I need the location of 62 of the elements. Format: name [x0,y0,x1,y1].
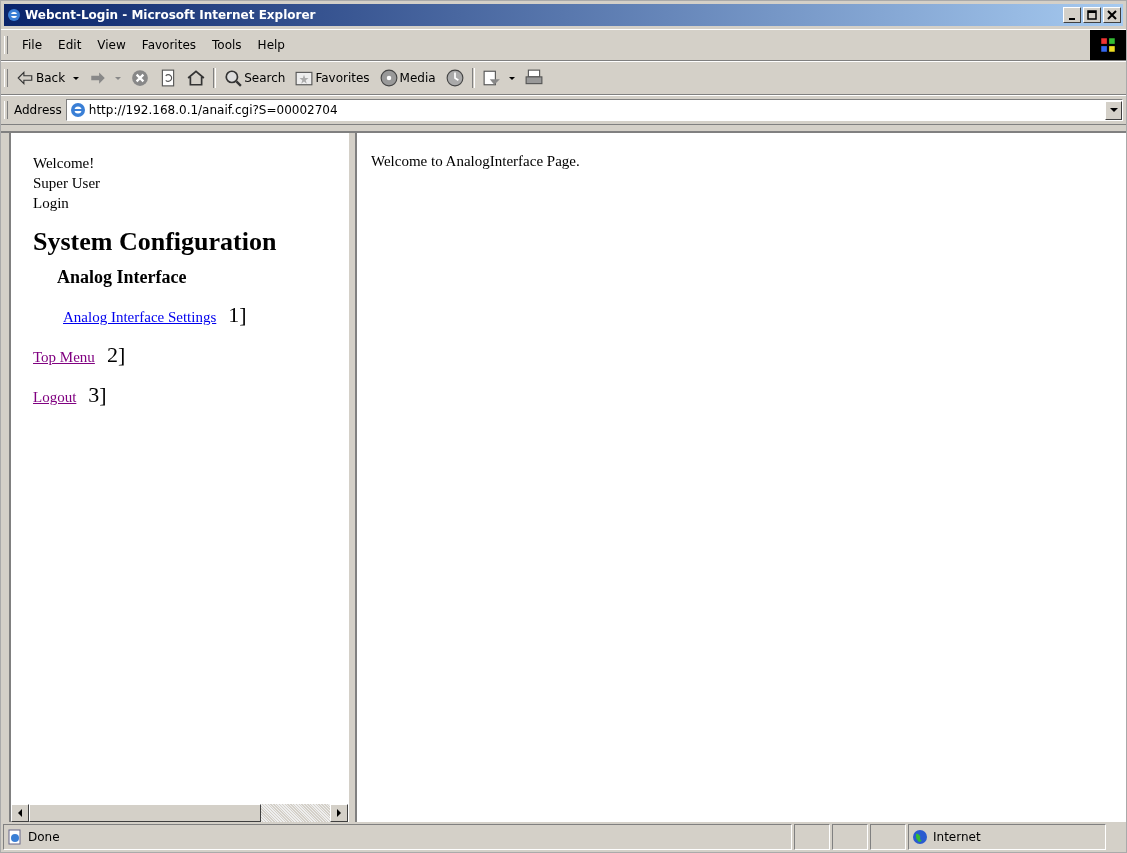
page-icon [7,829,23,845]
zone-text: Internet [933,830,981,844]
horizontal-scrollbar[interactable] [11,804,348,822]
annotation-number: 3] [88,382,107,408]
scroll-left-button[interactable] [11,804,29,822]
menu-item[interactable]: File [14,36,51,54]
caret-icon [1109,108,1118,112]
menu-item[interactable]: Favorites [133,36,205,54]
mail-icon [482,69,501,87]
nav-link[interactable]: Logout [33,389,77,406]
page-icon [69,102,86,118]
frame-splitter[interactable] [348,133,357,822]
back-button[interactable]: Back [14,67,82,89]
windows-logo-icon [1090,30,1126,60]
printer-icon [524,69,543,87]
browser-logo-icon [6,7,22,23]
star-folder-icon [295,69,314,87]
scroll-thumb[interactable] [29,804,261,822]
subsection-heading: Analog Interface [57,267,188,288]
right-triangle-icon [337,809,341,817]
caret-icon [73,76,80,80]
menu-item[interactable]: Tools [204,36,250,54]
globe-icon [912,829,928,845]
address-field[interactable]: http://192.168.0.1/anaif.cgi?S=00002704 [65,99,1123,121]
section-heading: System Configuration [33,227,278,257]
status-pane [832,824,868,850]
nav-link[interactable]: Top Menu [33,349,95,366]
clock-icon [445,69,464,87]
nav-link[interactable]: Analog Interface Settings [63,309,217,326]
annotation-number: 2] [106,342,126,368]
status-pane [870,824,906,850]
left-triangle-icon [18,809,22,817]
home-icon [187,69,206,87]
minimize-button[interactable] [1063,7,1081,23]
close-button[interactable] [1103,7,1121,23]
scroll-right-button[interactable] [330,804,348,822]
menu-item[interactable]: View [89,36,134,54]
stop-icon [131,69,150,87]
menu-item[interactable]: Edit [50,36,90,54]
favorites-button[interactable]: Favorites [293,67,372,89]
maximize-button[interactable] [1083,7,1101,23]
close-icon [1107,10,1117,20]
media-icon [379,69,398,87]
annotation-number: 1] [228,302,247,328]
window-title: Webcnt-Login - Microsoft Internet Explorer [25,8,317,22]
media-button[interactable]: Media [377,67,438,89]
dropdown-button[interactable] [1105,100,1122,120]
caret-icon [115,76,122,80]
left-arrow-icon [16,69,34,87]
minimize-icon [1069,17,1075,20]
address-label: Address [14,103,62,117]
search-button[interactable]: Search [222,67,288,89]
welcome-text: Welcome to AnalogInterface Page. [371,153,581,170]
maximize-icon [1087,10,1097,20]
menu-item[interactable]: Help [249,36,293,54]
welcome-text: Welcome! [33,154,96,173]
status-text: Done [28,830,60,844]
welcome-text: Super User [33,174,102,193]
caret-icon [508,76,515,80]
search-icon [224,69,243,87]
status-pane [794,824,830,850]
welcome-text: Login [33,194,70,213]
